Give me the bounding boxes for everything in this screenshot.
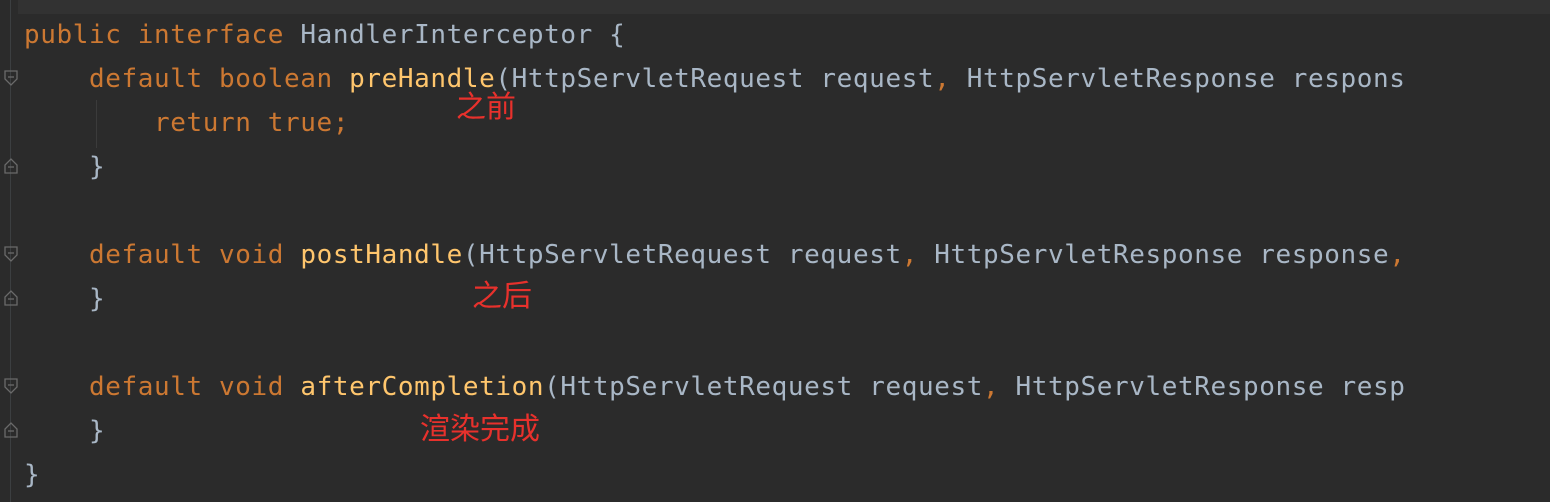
code-token: default boolean bbox=[24, 64, 350, 94]
code-token: (HttpServletRequest request bbox=[495, 64, 935, 94]
code-token: (HttpServletRequest request bbox=[544, 372, 983, 402]
code-token: HttpServletResponse resp bbox=[1015, 372, 1406, 402]
code-editor[interactable]: public interface HandlerInterceptor { de… bbox=[0, 0, 1550, 502]
code-line[interactable]: return true; bbox=[24, 101, 349, 145]
code-token: return true; bbox=[24, 108, 350, 138]
code-token: } bbox=[24, 460, 41, 490]
code-token: interface bbox=[137, 20, 301, 50]
code-token: , bbox=[982, 372, 1016, 402]
annotation-after: 之后 bbox=[472, 279, 532, 314]
code-token: default void bbox=[24, 240, 301, 270]
code-token: , bbox=[934, 64, 967, 94]
annotation-before: 之前 bbox=[456, 90, 516, 125]
code-line[interactable]: default void postHandle(HttpServletReque… bbox=[24, 233, 1406, 277]
code-token: } bbox=[24, 284, 106, 314]
code-token: } bbox=[24, 416, 106, 446]
code-token: } bbox=[24, 152, 106, 182]
code-token: public bbox=[24, 20, 138, 50]
code-line[interactable]: } bbox=[24, 145, 105, 189]
code-token: HandlerInterceptor { bbox=[300, 20, 626, 50]
code-line[interactable]: } bbox=[24, 277, 105, 321]
code-token: postHandle bbox=[300, 240, 463, 270]
code-line[interactable]: default void afterCompletion(HttpServlet… bbox=[24, 365, 1406, 409]
code-token: (HttpServletRequest request bbox=[462, 240, 902, 270]
code-token: , bbox=[1389, 240, 1406, 270]
annotation-render-complete: 渲染完成 bbox=[420, 412, 540, 447]
code-line[interactable]: public interface HandlerInterceptor { bbox=[24, 13, 625, 57]
code-line[interactable]: } bbox=[24, 409, 105, 453]
code-line[interactable]: default boolean preHandle(HttpServletReq… bbox=[24, 57, 1406, 101]
code-token: HttpServletResponse response bbox=[934, 240, 1390, 270]
code-token: , bbox=[901, 240, 935, 270]
code-token: HttpServletResponse respons bbox=[966, 64, 1406, 94]
code-token: default void bbox=[24, 372, 301, 402]
code-line[interactable]: } bbox=[24, 453, 40, 497]
code-token: afterCompletion bbox=[300, 372, 545, 402]
